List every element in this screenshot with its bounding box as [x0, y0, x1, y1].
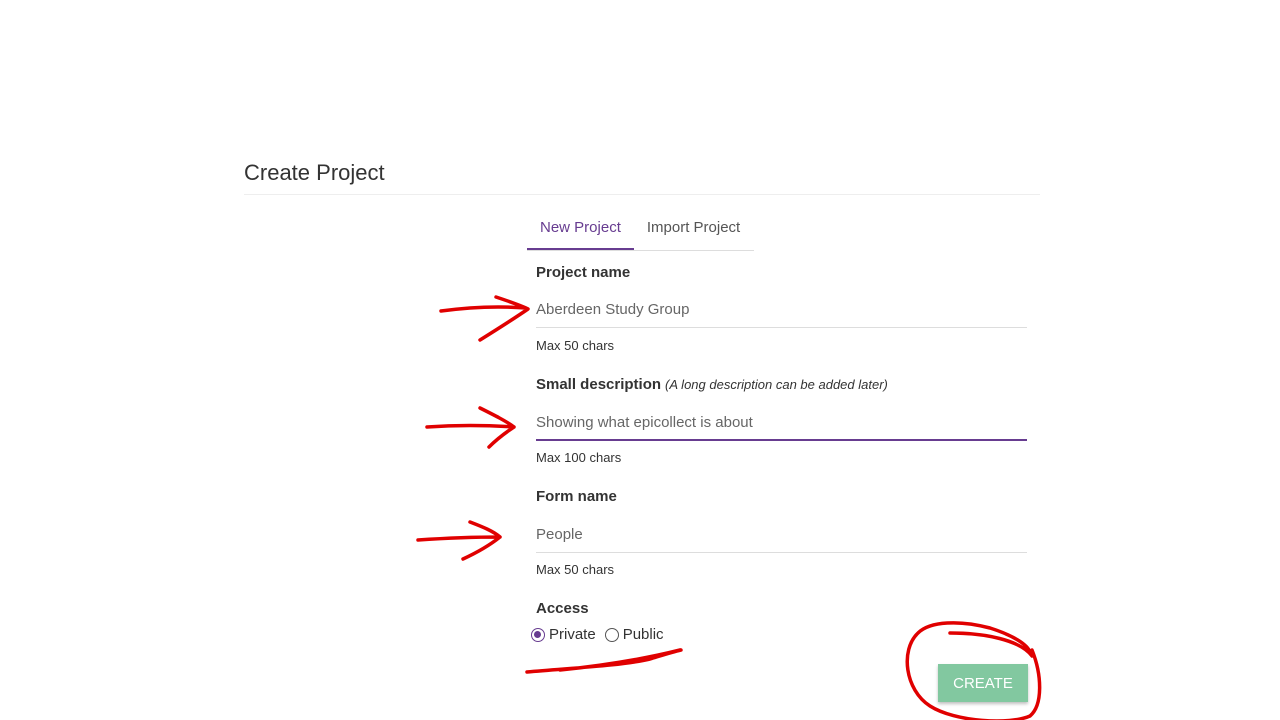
annotation-underline-access: [525, 648, 683, 674]
create-button[interactable]: CREATE: [938, 664, 1028, 702]
tab-new-project[interactable]: New Project: [527, 210, 634, 250]
project-name-input[interactable]: [536, 292, 1027, 328]
project-tabs: New Project Import Project: [527, 210, 754, 251]
public-radio[interactable]: [604, 627, 619, 642]
access-public-option[interactable]: Public: [604, 626, 664, 643]
tab-import-project[interactable]: Import Project: [634, 210, 753, 248]
red-annotation-overlay: [416, 295, 1042, 720]
private-radio[interactable]: [531, 627, 545, 642]
access-label: Access: [536, 600, 589, 617]
project-name-help: Max 50 chars: [536, 338, 615, 353]
small-description-hint: (A long description can be added later): [665, 377, 888, 392]
small-description-label: Small description (A long description can…: [536, 376, 888, 393]
form-name-help: Max 50 chars: [536, 562, 615, 577]
access-radio-group: Private Public: [531, 626, 673, 643]
small-description-label-text: Small description: [536, 376, 662, 393]
page-title: Create Project: [244, 160, 385, 185]
annotation-arrow-form-name: [416, 520, 502, 561]
small-description-input[interactable]: [536, 405, 1027, 441]
public-radio-label: Public: [622, 626, 664, 643]
title-divider: [244, 194, 1040, 195]
private-radio-label: Private: [549, 626, 596, 643]
form-name-label: Form name: [536, 488, 617, 505]
access-private-option[interactable]: Private: [531, 626, 596, 643]
project-name-label: Project name: [536, 264, 631, 281]
small-description-help: Max 100 chars: [536, 450, 622, 465]
form-name-input[interactable]: [536, 517, 1027, 553]
create-project-page: Create Project New Project Import Projec…: [0, 0, 1280, 720]
annotation-arrow-description: [425, 406, 516, 449]
annotation-arrow-project-name: [439, 295, 530, 342]
